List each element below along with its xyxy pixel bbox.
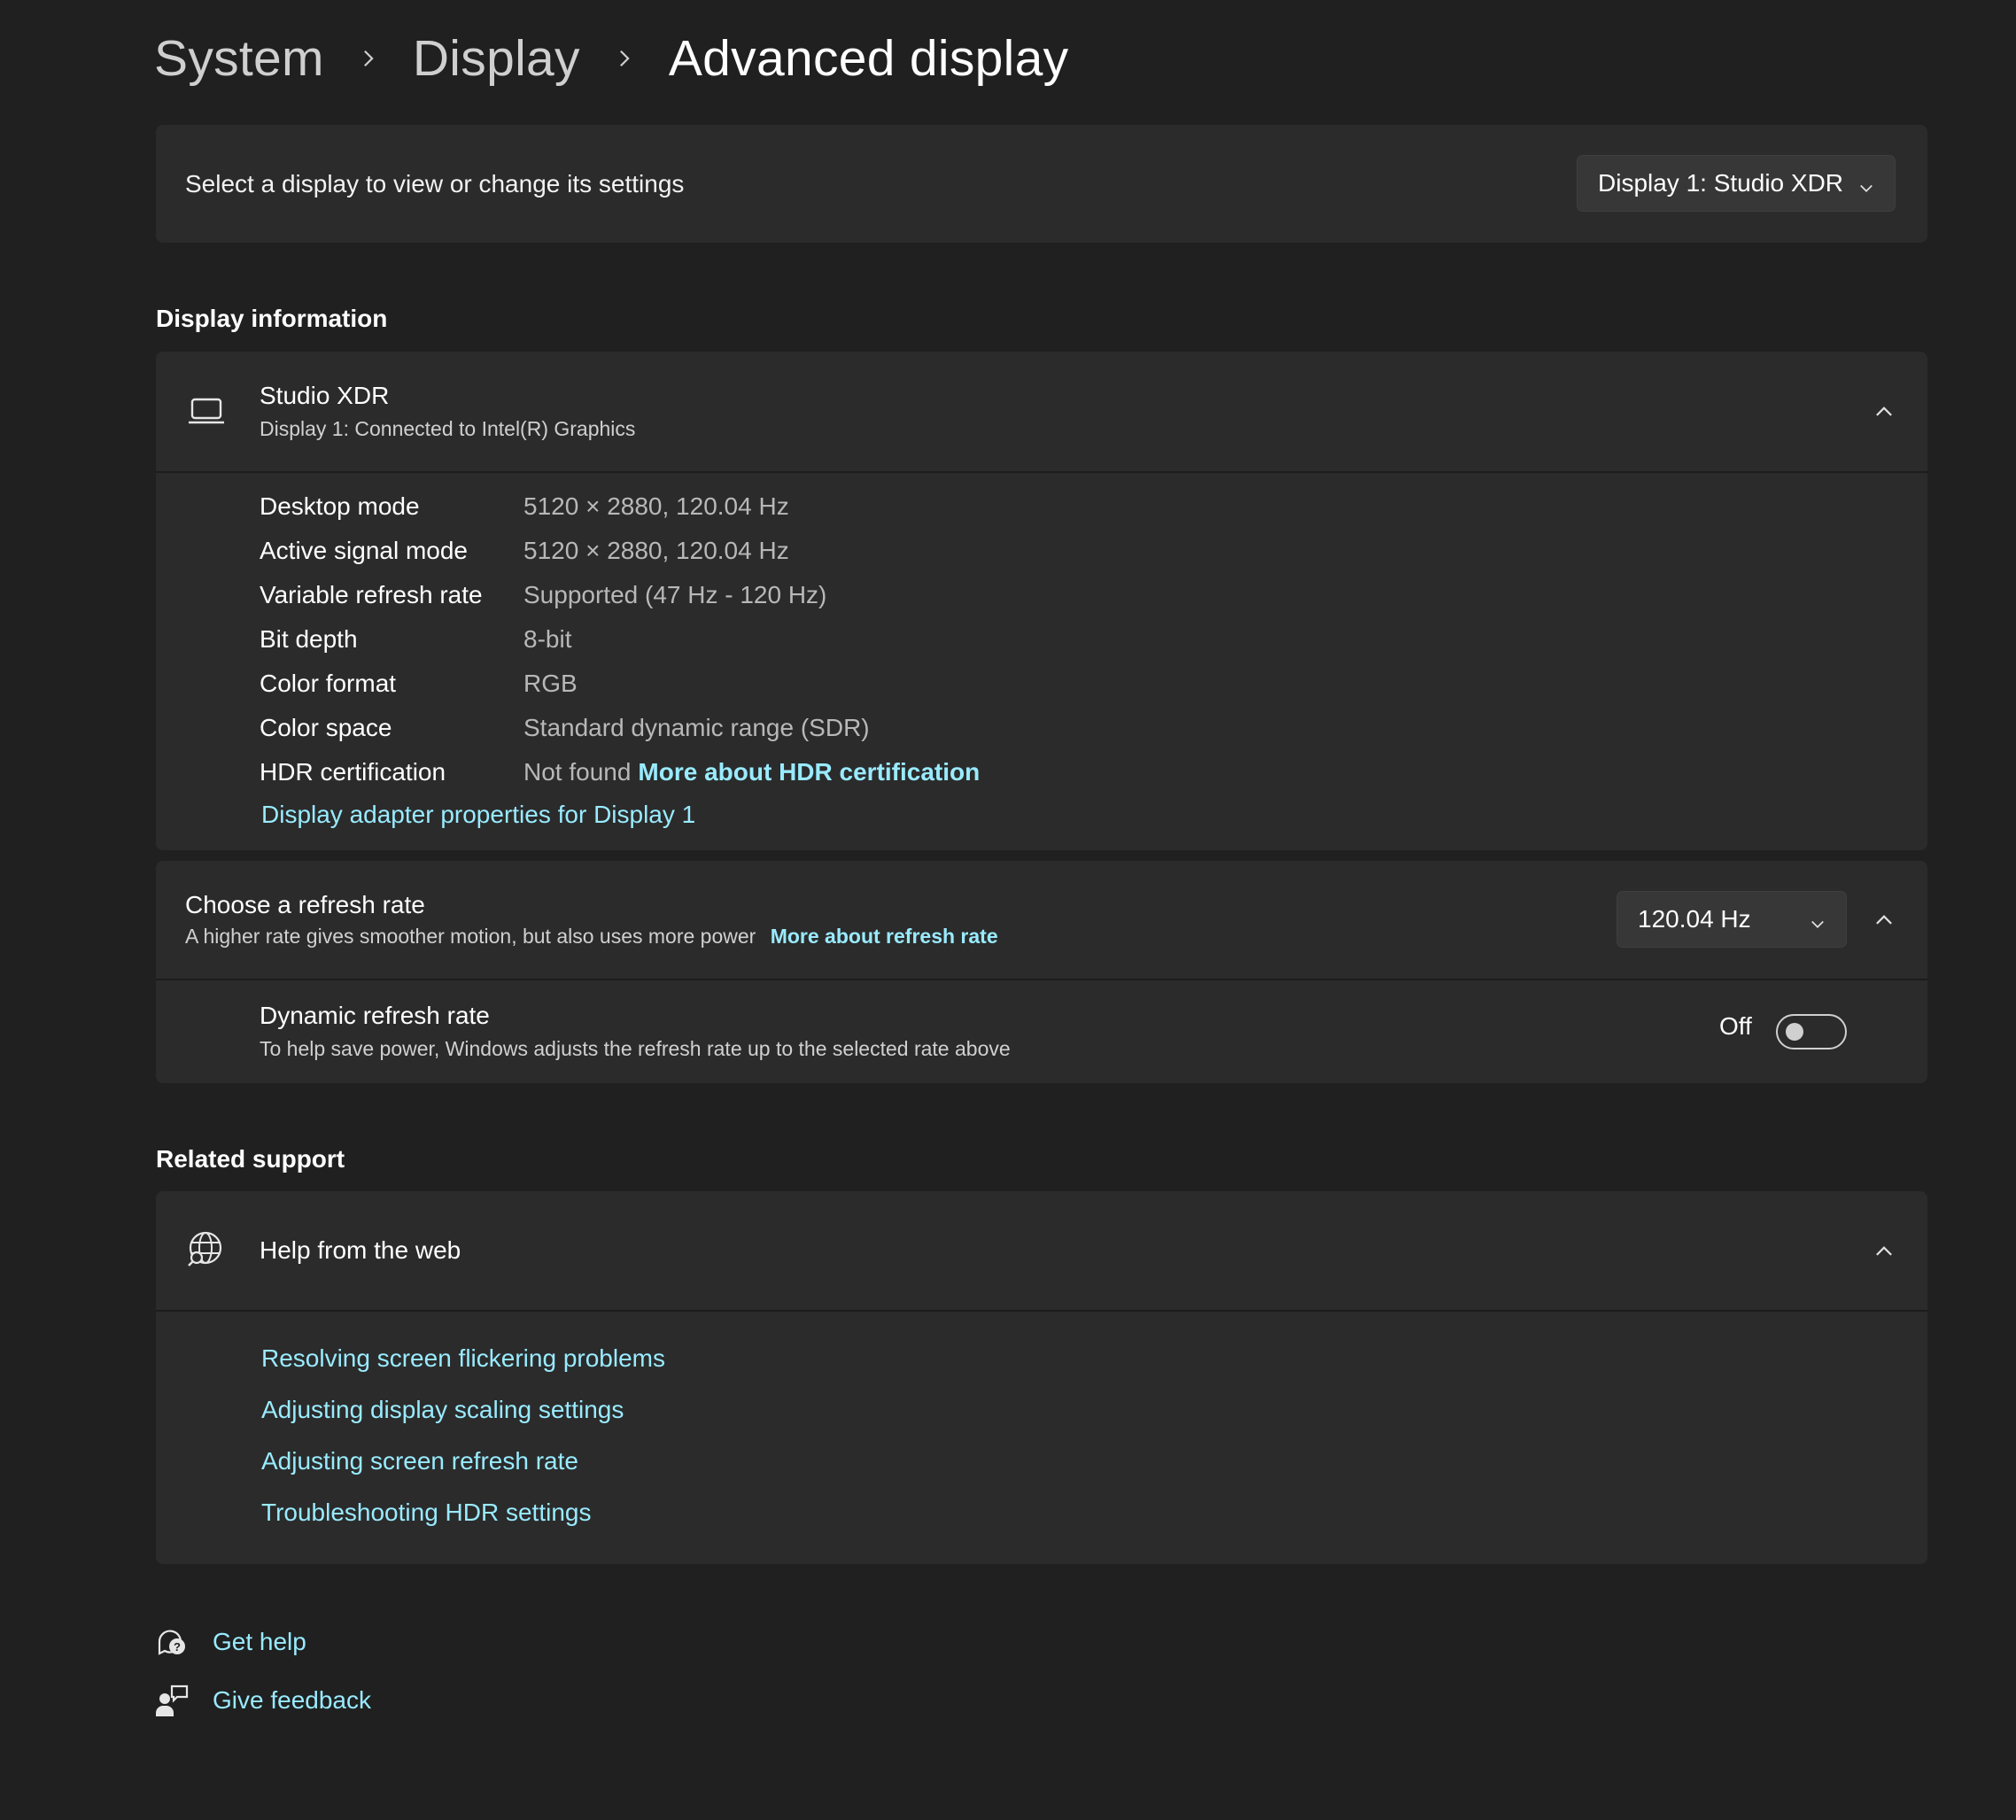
display-adapter-properties-link[interactable]: Display adapter properties for Display 1 — [261, 801, 695, 829]
info-row-variable-refresh-rate: Variable refresh rate Supported (47 Hz -… — [260, 576, 826, 615]
help-links-list: Resolving screen flickering problems Adj… — [156, 1312, 1927, 1564]
info-label: Color format — [260, 670, 397, 697]
info-value: RGB — [523, 670, 578, 697]
dynamic-refresh-title: Dynamic refresh rate — [260, 1002, 490, 1029]
info-value: 5120 × 2880, 120.04 Hz — [523, 537, 789, 564]
chevron-down-icon — [1857, 174, 1875, 192]
help-link-flickering[interactable]: Resolving screen flickering problems — [261, 1344, 665, 1373]
info-label: Desktop mode — [260, 492, 420, 520]
refresh-rate-description: A higher rate gives smoother motion, but… — [185, 925, 756, 948]
chevron-down-icon — [1809, 910, 1826, 928]
refresh-rate-dropdown[interactable]: 120.04 Hz — [1617, 891, 1847, 948]
display-select-value: Display 1: Studio XDR — [1598, 169, 1844, 197]
help-link-scaling[interactable]: Adjusting display scaling settings — [261, 1396, 624, 1424]
breadcrumb: System Display Advanced display — [154, 25, 1068, 92]
chevron-up-icon[interactable] — [1873, 1239, 1896, 1262]
advanced-display-page: System Display Advanced display Select a… — [0, 0, 2016, 1820]
monitor-name: Studio XDR — [260, 382, 390, 409]
info-value: 8-bit — [523, 625, 572, 653]
chevron-right-icon — [612, 46, 637, 71]
info-label: Bit depth — [260, 625, 358, 653]
get-help-link[interactable]: Get help — [213, 1628, 306, 1656]
info-row-color-format: Color format RGB — [260, 664, 578, 703]
select-display-label: Select a display to view or change its s… — [185, 169, 685, 197]
toggle-state-label: Off — [1719, 1012, 1752, 1040]
monitor-icon — [188, 396, 225, 426]
related-support-heading: Related support — [156, 1145, 345, 1173]
get-help-item[interactable]: ? Get help — [154, 1623, 306, 1661]
help-link-refresh-rate[interactable]: Adjusting screen refresh rate — [261, 1447, 578, 1475]
hdr-certification-link[interactable]: More about HDR certification — [638, 758, 980, 786]
refresh-rate-subtitle: A higher rate gives smoother motion, but… — [185, 925, 998, 949]
chevron-up-icon[interactable] — [1873, 399, 1896, 422]
select-display-card: Select a display to view or change its s… — [156, 125, 1927, 243]
feedback-icon — [154, 1683, 190, 1718]
give-feedback-link[interactable]: Give feedback — [213, 1686, 371, 1715]
more-about-refresh-rate-link[interactable]: More about refresh rate — [771, 925, 998, 948]
info-value: Supported (47 Hz - 120 Hz) — [523, 581, 827, 608]
info-row-color-space: Color space Standard dynamic range (SDR) — [260, 709, 870, 747]
page-title: Advanced display — [668, 30, 1069, 87]
help-from-web-header[interactable]: Help from the web — [156, 1191, 1927, 1310]
toggle-knob — [1786, 1023, 1803, 1041]
info-label: Variable refresh rate — [260, 581, 483, 608]
info-value: Not found — [523, 758, 632, 786]
info-row-hdr-certification: HDR certification Not found More about H… — [260, 753, 980, 792]
info-label: Active signal mode — [260, 537, 469, 564]
refresh-rate-title: Choose a refresh rate — [185, 891, 425, 918]
globe-search-icon — [186, 1230, 225, 1269]
dynamic-refresh-subtitle: To help save power, Windows adjusts the … — [260, 1037, 1011, 1060]
help-from-web-title: Help from the web — [260, 1236, 461, 1264]
display-info-header[interactable]: Studio XDR Display 1: Connected to Intel… — [156, 352, 1927, 471]
help-chat-icon: ? — [154, 1624, 190, 1660]
give-feedback-item[interactable]: Give feedback — [154, 1681, 371, 1720]
display-information-heading: Display information — [156, 305, 388, 332]
monitor-subtitle: Display 1: Connected to Intel(R) Graphic… — [260, 417, 636, 440]
info-value: Standard dynamic range (SDR) — [523, 714, 870, 741]
chevron-right-icon — [356, 46, 381, 71]
chevron-up-icon[interactable] — [1873, 908, 1896, 931]
dynamic-refresh-toggle[interactable] — [1776, 1014, 1847, 1049]
help-link-hdr[interactable]: Troubleshooting HDR settings — [261, 1499, 591, 1527]
info-label: HDR certification — [260, 758, 446, 786]
info-row-bit-depth: Bit depth 8-bit — [260, 620, 571, 659]
dynamic-refresh-rate-card: Dynamic refresh rate To help save power,… — [156, 980, 1927, 1083]
breadcrumb-system[interactable]: System — [154, 29, 324, 88]
info-label: Color space — [260, 714, 392, 741]
info-row-active-signal-mode: Active signal mode 5120 × 2880, 120.04 H… — [260, 531, 789, 570]
breadcrumb-display[interactable]: Display — [413, 29, 580, 88]
refresh-rate-card: Choose a refresh rate A higher rate give… — [156, 861, 1927, 979]
info-value: 5120 × 2880, 120.04 Hz — [523, 492, 789, 520]
info-row-desktop-mode: Desktop mode 5120 × 2880, 120.04 Hz — [260, 487, 789, 526]
display-select-dropdown[interactable]: Display 1: Studio XDR — [1577, 155, 1896, 212]
refresh-rate-value: 120.04 Hz — [1638, 905, 1751, 933]
display-info-details: Desktop mode 5120 × 2880, 120.04 Hz Acti… — [156, 473, 1927, 850]
svg-text:?: ? — [174, 1640, 181, 1653]
